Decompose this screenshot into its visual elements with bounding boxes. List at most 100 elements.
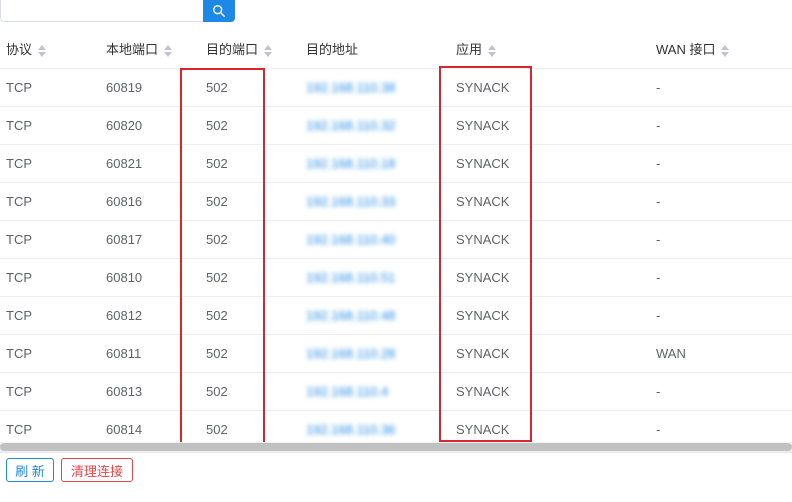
table-row: TCP 60819 502 192.168.110.38 SYNACK - (0, 68, 792, 107)
sort-icon[interactable] (721, 44, 730, 58)
dest-addr-link[interactable]: 192.168.110.38 (306, 80, 395, 95)
refresh-button[interactable]: 刷 新 (6, 458, 54, 482)
cell-dest-addr[interactable]: 192.168.110.40 (300, 220, 450, 259)
table-row: TCP 60820 502 192.168.110.32 SYNACK - (0, 106, 792, 145)
cell-wan: - (650, 144, 792, 183)
cell-dest-port: 502 (200, 220, 300, 259)
cell-local-port: 60816 (100, 182, 200, 221)
cell-dest-port: 502 (200, 144, 300, 183)
cell-app: SYNACK (450, 334, 650, 373)
dest-addr-link[interactable]: 192.168.110.28 (306, 346, 395, 361)
cell-protocol: TCP (0, 220, 100, 259)
cell-wan: - (650, 258, 792, 297)
cell-app: SYNACK (450, 106, 650, 145)
search-icon (213, 5, 225, 17)
header-wan[interactable]: WAN 接口 (650, 30, 792, 69)
cell-wan: - (650, 372, 792, 411)
cell-local-port: 60810 (100, 258, 200, 297)
header-local-port[interactable]: 本地端口 (100, 30, 200, 69)
cell-protocol: TCP (0, 182, 100, 221)
cell-local-port: 60821 (100, 144, 200, 183)
cell-wan: - (650, 220, 792, 259)
header-protocol[interactable]: 协议 (0, 30, 100, 69)
table-row: TCP 60821 502 192.168.110.18 SYNACK - (0, 144, 792, 183)
cell-protocol: TCP (0, 296, 100, 335)
cell-dest-addr[interactable]: 192.168.110.38 (300, 68, 450, 107)
table-row: TCP 60810 502 192.168.110.51 SYNACK - (0, 258, 792, 297)
table-row: TCP 60816 502 192.168.110.33 SYNACK - (0, 182, 792, 221)
cell-dest-addr[interactable]: 192.168.110.4 (300, 372, 450, 411)
sort-icon[interactable] (264, 44, 273, 58)
cell-protocol: TCP (0, 334, 100, 373)
dest-addr-link[interactable]: 192.168.110.18 (306, 156, 395, 171)
search-bar (0, 0, 235, 22)
cell-local-port: 60811 (100, 334, 200, 373)
cell-protocol: TCP (0, 106, 100, 145)
cell-dest-port: 502 (200, 296, 300, 335)
table-header-row: 协议 本地端口 目的端口 目的地址 应用 WAN 接口 (0, 30, 792, 69)
cell-protocol: TCP (0, 144, 100, 183)
sort-icon[interactable] (164, 44, 173, 58)
cell-wan: - (650, 410, 792, 442)
sort-icon[interactable] (38, 44, 47, 58)
cell-wan: WAN (650, 334, 792, 373)
cell-local-port: 60819 (100, 68, 200, 107)
header-dest-addr: 目的地址 (300, 30, 450, 69)
cell-dest-port: 502 (200, 182, 300, 221)
search-button[interactable] (203, 0, 235, 22)
cell-app: SYNACK (450, 182, 650, 221)
cell-protocol: TCP (0, 68, 100, 107)
dest-addr-link[interactable]: 192.168.110.32 (306, 118, 395, 133)
cell-dest-addr[interactable]: 192.168.110.32 (300, 106, 450, 145)
table-row: TCP 60812 502 192.168.110.48 SYNACK - (0, 296, 792, 335)
cell-dest-port: 502 (200, 372, 300, 411)
cell-local-port: 60817 (100, 220, 200, 259)
cell-dest-port: 502 (200, 258, 300, 297)
cell-wan: - (650, 106, 792, 145)
dest-addr-link[interactable]: 192.168.110.51 (306, 270, 395, 285)
cell-local-port: 60813 (100, 372, 200, 411)
cell-app: SYNACK (450, 68, 650, 107)
cell-dest-addr[interactable]: 192.168.110.36 (300, 410, 450, 442)
header-dest-port[interactable]: 目的端口 (200, 30, 300, 69)
header-app[interactable]: 应用 (450, 30, 650, 69)
table-row: TCP 60817 502 192.168.110.40 SYNACK - (0, 220, 792, 259)
cell-dest-addr[interactable]: 192.168.110.28 (300, 334, 450, 373)
cell-app: SYNACK (450, 410, 650, 442)
cell-app: SYNACK (450, 258, 650, 297)
cell-wan: - (650, 296, 792, 335)
footer-toolbar: 刷 新 清理连接 (0, 452, 792, 502)
cell-protocol: TCP (0, 258, 100, 297)
table-row: TCP 60811 502 192.168.110.28 SYNACK WAN (0, 334, 792, 373)
search-input[interactable] (0, 0, 204, 22)
cell-dest-port: 502 (200, 334, 300, 373)
cell-app: SYNACK (450, 372, 650, 411)
cell-dest-port: 502 (200, 106, 300, 145)
dest-addr-link[interactable]: 192.168.110.33 (306, 194, 395, 209)
dest-addr-link[interactable]: 192.168.110.48 (306, 308, 395, 323)
cell-app: SYNACK (450, 144, 650, 183)
dest-addr-link[interactable]: 192.168.110.40 (306, 232, 395, 247)
cell-dest-addr[interactable]: 192.168.110.33 (300, 182, 450, 221)
horizontal-scrollbar[interactable] (0, 442, 792, 452)
cell-protocol: TCP (0, 410, 100, 442)
cell-protocol: TCP (0, 372, 100, 411)
cell-dest-addr[interactable]: 192.168.110.18 (300, 144, 450, 183)
table-row: TCP 60814 502 192.168.110.36 SYNACK - (0, 410, 792, 442)
cell-wan: - (650, 182, 792, 221)
sort-icon[interactable] (488, 44, 497, 58)
cell-dest-addr[interactable]: 192.168.110.48 (300, 296, 450, 335)
table-row: TCP 60813 502 192.168.110.4 SYNACK - (0, 372, 792, 411)
cell-local-port: 60814 (100, 410, 200, 442)
cell-dest-port: 502 (200, 410, 300, 442)
dest-addr-link[interactable]: 192.168.110.36 (306, 422, 395, 437)
scrollbar-thumb[interactable] (0, 443, 792, 451)
clear-connections-button[interactable]: 清理连接 (61, 458, 133, 482)
dest-addr-link[interactable]: 192.168.110.4 (306, 384, 388, 399)
cell-dest-addr[interactable]: 192.168.110.51 (300, 258, 450, 297)
cell-app: SYNACK (450, 296, 650, 335)
cell-local-port: 60812 (100, 296, 200, 335)
cell-local-port: 60820 (100, 106, 200, 145)
connections-table: 协议 本地端口 目的端口 目的地址 应用 WAN 接口 TCP 60819 502 1… (0, 30, 792, 442)
cell-dest-port: 502 (200, 68, 300, 107)
